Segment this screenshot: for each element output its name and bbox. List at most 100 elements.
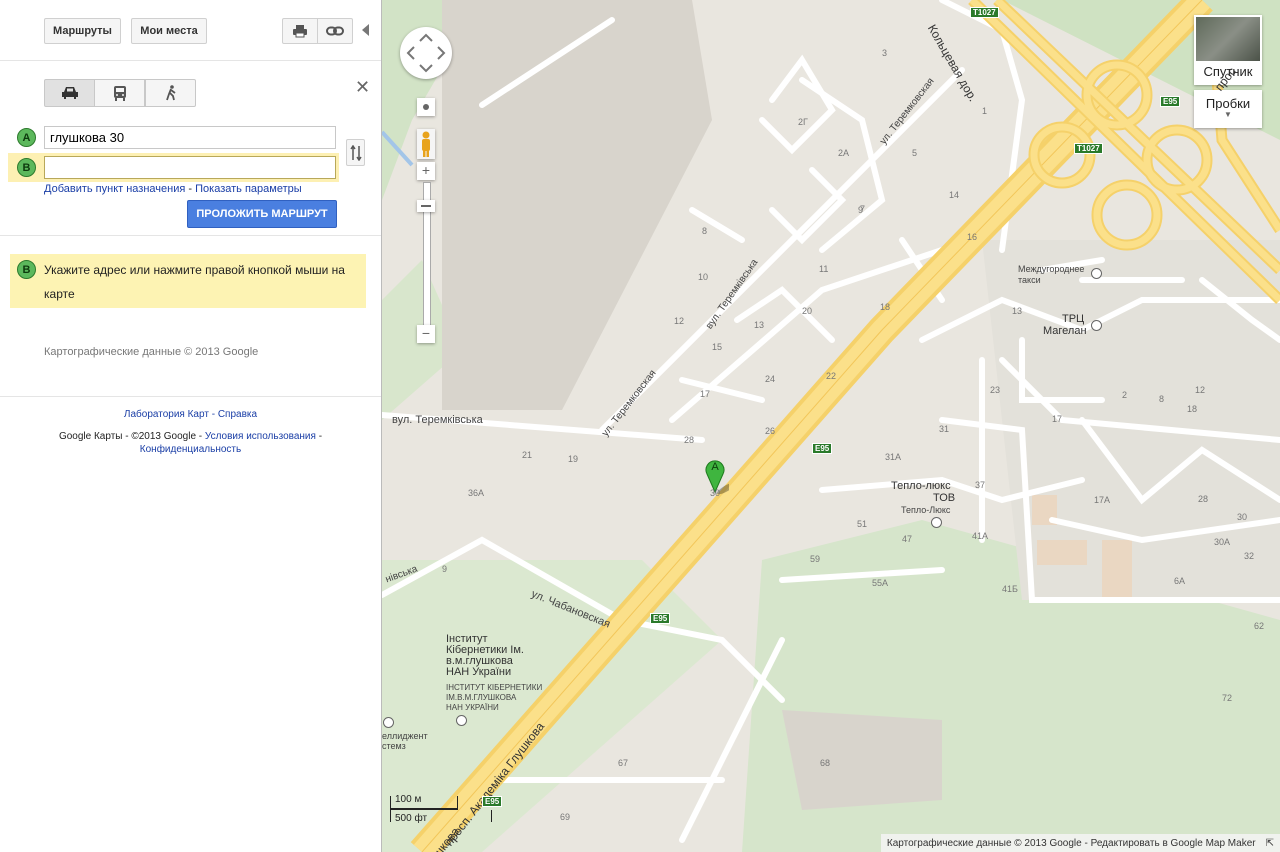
house-number: 10: [698, 272, 709, 282]
house-number: 12: [1195, 385, 1206, 395]
house-number: 28: [1198, 494, 1209, 504]
road-badge: T1027: [1074, 143, 1103, 154]
house-number: 55А: [872, 578, 889, 588]
edit-map-link[interactable]: Редактировать в Google Map Maker: [1091, 838, 1256, 849]
collapse-panel-icon[interactable]: [362, 24, 370, 39]
road-badge: T1027: [970, 7, 999, 18]
pin-label: A: [711, 461, 719, 473]
traffic-dropdown[interactable]: Пробки ▼: [1194, 90, 1262, 128]
house-number: 30: [1237, 512, 1248, 522]
poi-line: НАН України: [446, 666, 512, 678]
expand-corner-icon[interactable]: ⇱: [1266, 838, 1274, 849]
zoom-in-button[interactable]: +: [417, 162, 435, 180]
house-number: 1: [982, 106, 988, 116]
pegman-icon: [422, 131, 430, 157]
house-number: 47: [902, 534, 913, 544]
print-button[interactable]: [282, 18, 318, 44]
house-number: 12: [674, 316, 685, 326]
house-number: 6А: [1174, 576, 1186, 586]
house-number: 23: [990, 385, 1001, 395]
poi-label: Тепло-Люкс: [901, 505, 951, 515]
separator: -: [125, 431, 129, 442]
separator: -: [318, 431, 323, 442]
house-number: 67: [618, 758, 629, 768]
house-number: 30: [710, 488, 721, 498]
house-number: 18: [1187, 404, 1198, 414]
my-location-button[interactable]: [417, 98, 435, 116]
traffic-label: Пробки: [1205, 96, 1251, 111]
house-number: 20: [802, 306, 813, 316]
house-number: 68: [820, 758, 831, 768]
house-number: 24: [765, 374, 776, 384]
house-number: 14: [949, 190, 960, 200]
house-number: 2Г: [798, 117, 808, 127]
pan-control[interactable]: [400, 27, 452, 79]
attribution-text: Картографические данные © 2013 Google: [44, 346, 259, 358]
road-badge: E95: [650, 613, 671, 624]
directions-button[interactable]: Маршруты: [44, 18, 121, 44]
link-button[interactable]: [317, 18, 353, 44]
origin-input[interactable]: [44, 126, 336, 149]
house-number: 51: [857, 519, 868, 529]
link-icon: [326, 26, 344, 36]
poi-icon[interactable]: [1091, 320, 1102, 331]
house-number: 13: [754, 320, 765, 330]
poi-icon[interactable]: [1091, 268, 1102, 279]
poi-line: НАН УКРАЇНИ: [446, 703, 499, 712]
house-number: 2: [1122, 390, 1128, 400]
map-tiles[interactable]: [382, 0, 1280, 852]
house-number: 2А: [838, 148, 850, 158]
satellite-thumbnail: [1196, 17, 1260, 61]
zoom-slider-handle[interactable]: [417, 200, 435, 212]
house-number: 37: [975, 480, 986, 490]
my-places-button[interactable]: Мои места: [131, 18, 207, 44]
house-number: 17: [700, 389, 711, 399]
poi-icon[interactable]: [383, 717, 394, 728]
marker-a: A: [17, 128, 36, 147]
poi-label: ТОВ: [933, 492, 956, 504]
road-badge: E95: [1160, 96, 1181, 107]
close-icon[interactable]: ✕: [355, 77, 370, 98]
house-number: 9: [858, 205, 864, 215]
poi-icon[interactable]: [456, 715, 467, 726]
house-number: 30А: [1214, 537, 1231, 547]
chevron-down-icon: ▼: [1224, 110, 1232, 119]
brand-text: Google Карты: [58, 431, 123, 442]
separator: -: [198, 431, 203, 442]
privacy-link[interactable]: Конфиденциальность: [140, 444, 241, 455]
road-badge: E95: [812, 443, 833, 454]
map-canvas[interactable]: + − Спутник Пробки ▼ A Кольцевая дор. пр…: [382, 0, 1280, 852]
house-number: 9: [442, 564, 448, 574]
divider: [0, 396, 381, 397]
terms-link[interactable]: Условия использования: [205, 431, 316, 442]
house-number: 8: [1159, 394, 1165, 404]
zoom-out-button[interactable]: −: [417, 325, 435, 343]
pegman-button[interactable]: [417, 129, 435, 159]
street-label: вул. Теремківська: [392, 414, 483, 426]
walking-icon: [165, 85, 176, 101]
scale-metric: 100 м: [395, 794, 422, 805]
poi-icon[interactable]: [931, 517, 942, 528]
get-directions-button[interactable]: ПРОЛОЖИТЬ МАРШРУТ: [187, 200, 337, 228]
copyright-text: ©2013 Google: [131, 431, 197, 442]
mode-transit[interactable]: [94, 79, 145, 107]
swap-button[interactable]: [346, 139, 365, 166]
house-number: 16: [967, 232, 978, 242]
hint-text: Укажите адрес или нажмите правой кнопкой…: [44, 263, 345, 301]
mode-driving[interactable]: [44, 79, 95, 107]
poi-line: стемз: [382, 741, 406, 751]
poi-label: Междугороднее такси: [1018, 264, 1085, 285]
house-number: 41Б: [1002, 584, 1018, 594]
house-number: 31А: [885, 452, 902, 462]
route-options-links: Добавить пункт назначения - Показать пар…: [44, 183, 302, 195]
print-icon: [293, 25, 307, 38]
help-link[interactable]: Справка: [218, 409, 257, 420]
show-options-link[interactable]: Показать параметры: [195, 183, 302, 195]
poi-line: ІМ.В.М.ГЛУШКОВА: [446, 693, 517, 702]
mode-walking[interactable]: [145, 79, 196, 107]
house-number: 41А: [972, 531, 989, 541]
house-number: 17: [1052, 414, 1063, 424]
destination-input[interactable]: [44, 156, 336, 179]
add-destination-link[interactable]: Добавить пункт назначения: [44, 183, 185, 195]
labs-link[interactable]: Лаборатория Карт: [124, 409, 209, 420]
